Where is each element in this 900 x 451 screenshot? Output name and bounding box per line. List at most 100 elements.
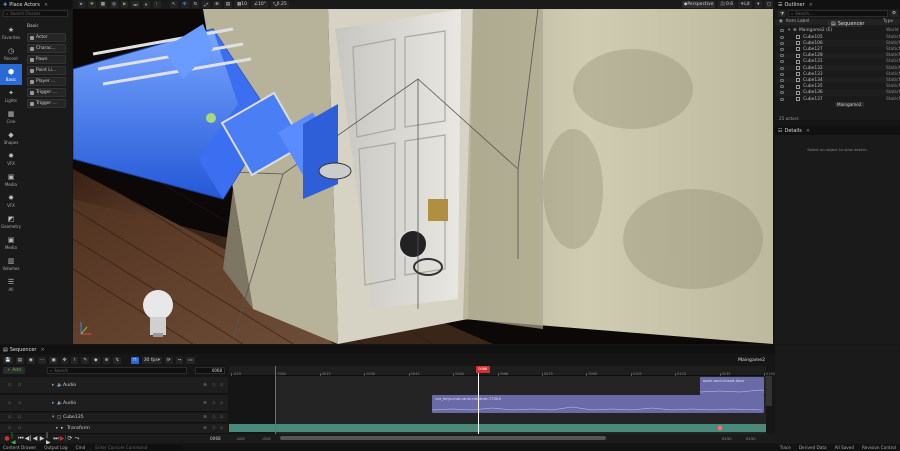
settings-icon[interactable]: ⚙: [889, 10, 898, 17]
maximize-icon[interactable]: ▢: [764, 1, 773, 8]
track-lock-icon[interactable]: ▫: [8, 426, 11, 431]
track-mute-icon[interactable]: ▫: [18, 415, 21, 420]
category-media[interactable]: ▣ Media: [0, 232, 22, 253]
track-add-icon[interactable]: ⊕: [203, 401, 207, 406]
level-viewport[interactable]: [73, 9, 773, 344]
track-key-icon[interactable]: ◇: [212, 415, 216, 420]
surface-snap-icon[interactable]: ▤: [223, 1, 233, 8]
scale-snap-button[interactable]: ⤡ 0.25: [271, 1, 289, 8]
actor-item[interactable]: Pawn: [27, 55, 66, 64]
outliner-row[interactable]: Cube136 StaticM: [776, 89, 900, 96]
select-mode-button[interactable]: ▸: [78, 1, 85, 8]
track-mute-icon[interactable]: ▫: [18, 383, 21, 388]
outliner-row[interactable]: Cube106 StaticM: [776, 40, 900, 47]
track-row[interactable]: ▫ ▫ ▸ ▸ Transform ⊕ ◇ ▫: [0, 424, 228, 434]
track-options-icon[interactable]: ▫: [220, 383, 223, 388]
category-basic[interactable]: ⬢ Basic: [0, 64, 22, 85]
cinematics-button[interactable]: ◎: [110, 1, 118, 8]
console-input[interactable]: Enter Console Command: [93, 445, 184, 450]
actor-item[interactable]: Actor: [27, 33, 66, 42]
playhead[interactable]: [477, 366, 479, 434]
content-drawer-button[interactable]: Content Drawer: [3, 445, 36, 450]
outliner-row[interactable]: Cube135 StaticM: [776, 84, 900, 90]
view-start-field[interactable]: -015: [236, 436, 245, 441]
view-end-field[interactable]: 0150: [746, 436, 756, 441]
actions-icon[interactable]: ⋯: [37, 356, 47, 364]
track-key-icon[interactable]: ◇: [212, 383, 216, 388]
sequencer-main-tab[interactable]: ▤ Sequencer ×: [3, 347, 45, 353]
outliner-tab[interactable]: ☰ Outliner ×: [778, 2, 813, 8]
track-key-icon[interactable]: ◇: [212, 401, 216, 406]
track-add-icon[interactable]: ⊕: [203, 383, 207, 388]
category-favorites[interactable]: ★ Favorites: [0, 22, 22, 43]
audio-section[interactable]: car_keys-man-and-creature-77504: [432, 395, 764, 413]
track-lock-icon[interactable]: ▫: [8, 383, 11, 388]
revision-control-button[interactable]: Revision Control: [862, 445, 896, 450]
key-marker[interactable]: [718, 426, 722, 430]
track-row[interactable]: ▫ ▫ ▾ ▢ Cube135 ⊕ ◇ ▫: [0, 413, 228, 423]
playback-options-icon[interactable]: ⤳: [74, 435, 80, 442]
actor-item[interactable]: Player ...: [27, 77, 66, 86]
link-icon[interactable]: ⤳: [175, 356, 184, 364]
search-input[interactable]: ⌕ Search Classes: [3, 10, 68, 17]
pause-button[interactable]: ⏸: [142, 1, 150, 8]
next-key-icon[interactable]: ⏭: [53, 435, 59, 442]
close-icon[interactable]: ×: [44, 2, 48, 8]
frame-rate-dropdown[interactable]: 30 fps ▾: [141, 356, 162, 364]
lit-mode-dropdown[interactable]: ☀ Lit: [738, 1, 752, 8]
visibility-icon[interactable]: [780, 47, 784, 51]
track-add-icon[interactable]: ⊕: [203, 426, 207, 431]
visibility-icon[interactable]: [780, 66, 784, 70]
all-saved-indicator[interactable]: All Saved: [835, 445, 854, 450]
outliner-search-input[interactable]: ⌕ Search...: [788, 10, 888, 17]
category-vfx[interactable]: ✸ VFX: [0, 148, 22, 169]
prev-key-icon[interactable]: ⏮: [18, 435, 24, 442]
move-tool-icon[interactable]: ✥: [180, 1, 189, 8]
actor-item[interactable]: Trigger ...: [27, 99, 66, 108]
category-media[interactable]: ▣ Media: [0, 169, 22, 190]
track-row[interactable]: ▫ ▫ ▸ 🔈 Audio ⊕ ◇ ▫: [0, 395, 228, 412]
visibility-icon[interactable]: [780, 85, 784, 89]
output-log-button[interactable]: Output Log: [44, 445, 67, 450]
track-options-icon[interactable]: ▫: [220, 426, 223, 431]
outliner-row[interactable]: Cube131 StaticM: [776, 59, 900, 65]
viewport-options-icon[interactable]: ▾: [754, 1, 762, 8]
play-icon[interactable]: ▶: [39, 435, 45, 442]
outliner-row[interactable]: Cube134 StaticM: [776, 77, 900, 84]
expand-icon[interactable]: ▾: [52, 415, 54, 420]
close-icon[interactable]: ×: [806, 128, 810, 134]
curve-editor-icon[interactable]: ⌇: [71, 356, 79, 364]
keyframe-mode-icon[interactable]: ⟳: [164, 356, 173, 364]
sequencer-tab[interactable]: ▤ Sequencer: [831, 21, 864, 27]
track-lock-icon[interactable]: ▫: [8, 401, 11, 406]
lock-icon[interactable]: ▭: [186, 356, 195, 364]
trace-button[interactable]: Trace: [780, 445, 791, 450]
visibility-icon[interactable]: [780, 54, 784, 58]
to-end-icon[interactable]: ▶|: [60, 435, 67, 442]
timeline-scrollbar[interactable]: [280, 436, 606, 440]
category-lights[interactable]: ✦ Lights: [0, 85, 22, 106]
cmd-dropdown[interactable]: Cmd: [76, 445, 86, 450]
details-tab[interactable]: ☷ Details ×: [778, 128, 810, 134]
track-add-icon[interactable]: ⊕: [203, 415, 207, 420]
expand-icon[interactable]: ▸: [56, 426, 58, 431]
grid-snap-button[interactable]: ▦ 10: [235, 1, 250, 8]
rotation-snap-button[interactable]: ∠ 10°: [252, 1, 269, 8]
browse-icon[interactable]: ▤: [15, 356, 24, 364]
current-frame-field[interactable]: 0068: [195, 367, 225, 374]
rotate-tool-icon[interactable]: ↻: [191, 1, 200, 8]
track-mute-icon[interactable]: ▫: [18, 426, 21, 431]
actor-item[interactable]: Point Li...: [27, 66, 66, 75]
visibility-icon[interactable]: [780, 72, 784, 76]
add-content-button[interactable]: ✚: [88, 1, 96, 8]
record-icon[interactable]: ●: [4, 435, 10, 442]
play-button[interactable]: ▶: [120, 1, 129, 8]
scale-tool-icon[interactable]: ⤢: [202, 1, 210, 8]
save-icon[interactable]: 💾: [3, 356, 13, 364]
outliner-row[interactable]: Cube137 StaticM: [776, 96, 900, 102]
snap-toggle-icon[interactable]: ⊓: [131, 356, 139, 364]
playback-settings-icon[interactable]: ↯: [113, 356, 122, 364]
outliner-row[interactable]: Cube133 StaticM: [776, 71, 900, 77]
visibility-icon[interactable]: [780, 97, 784, 101]
outliner-row[interactable]: Cube105 StaticM: [776, 34, 900, 40]
